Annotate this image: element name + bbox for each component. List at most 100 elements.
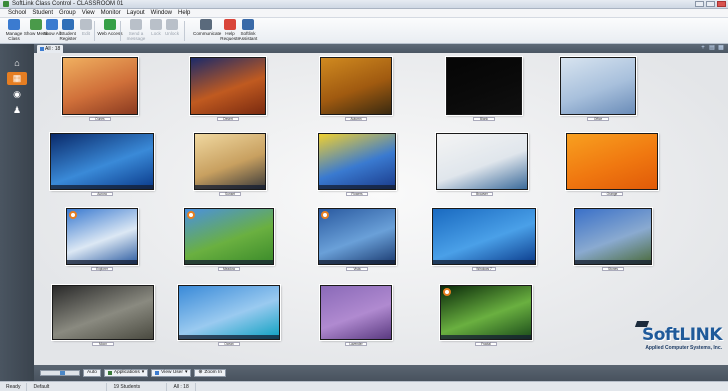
student-thumbnail[interactable]: Browser: [436, 133, 528, 196]
layout-icon[interactable]: ▤: [709, 45, 715, 51]
student-name-label: Autumn: [345, 117, 367, 121]
student-thumbnail[interactable]: Orange: [566, 133, 658, 196]
student-name-label: Orange: [601, 192, 623, 196]
auto-button[interactable]: Auto: [83, 369, 101, 377]
student-thumbnail[interactable]: Blank: [446, 57, 522, 121]
menu-school[interactable]: School: [8, 10, 26, 16]
communicate-button[interactable]: Communicate: [193, 19, 222, 43]
student-screen[interactable]: [50, 133, 154, 190]
tab-actions: + ▤ ▦: [700, 45, 724, 51]
zoom-slider-knob[interactable]: [59, 371, 65, 375]
close-icon[interactable]: [717, 1, 726, 7]
minimize-icon[interactable]: [695, 1, 704, 7]
zoom-in-button[interactable]: ⊕ Zoom In: [194, 369, 227, 377]
zoom-in-label: Zoom In: [204, 370, 223, 375]
app-icon: [3, 1, 9, 7]
student-name-label: Vista: [346, 267, 368, 271]
student-thumbnail[interactable]: Flowers: [318, 133, 396, 196]
student-screen[interactable]: [566, 133, 658, 190]
student-thumbnail[interactable]: Fractal: [440, 285, 532, 346]
toolbar-button-label: Communicate: [193, 31, 222, 36]
student-name-label: Explorer: [91, 267, 113, 271]
student-thumbnail-grid: SoftLINK Applied Computer Systems, Inc. …: [34, 53, 728, 365]
student-thumbnail[interactable]: Stones: [574, 208, 652, 271]
student-screen[interactable]: [66, 208, 138, 265]
softlink-assistant-button[interactable]: Softlink Assistant: [238, 19, 258, 43]
grid-icon[interactable]: ▦: [718, 45, 724, 51]
student-screen[interactable]: [446, 57, 522, 115]
student-screen[interactable]: [184, 208, 274, 265]
student-thumbnail[interactable]: Sunset: [194, 133, 266, 196]
menu-view[interactable]: View: [82, 10, 95, 16]
web-access-button[interactable]: Web Access: [97, 19, 123, 43]
student-taskbar: [575, 260, 651, 264]
student-status-badge-icon: [443, 288, 451, 296]
student-screen[interactable]: [190, 57, 266, 115]
applications-icon: [107, 371, 112, 375]
tab-all[interactable]: All : 18: [37, 45, 64, 53]
student-screen[interactable]: [436, 133, 528, 190]
student-screen[interactable]: [318, 133, 396, 190]
unlock-button[interactable]: Unlock: [162, 19, 182, 43]
view-user-icon: [155, 371, 160, 375]
student-thumbnail[interactable]: Meadow: [184, 208, 274, 271]
menu-monitor[interactable]: Monitor: [101, 10, 121, 16]
student-screen[interactable]: [432, 208, 536, 265]
web-access-icon: [104, 19, 116, 30]
left-sidebar: ⌂ ▦ ◉ ♟: [0, 44, 34, 381]
student-thumbnail[interactable]: Desert: [190, 57, 266, 121]
student-thumbnail[interactable]: Office: [560, 57, 636, 121]
home-icon[interactable]: ⌂: [7, 56, 27, 69]
student-thumbnail[interactable]: Aurora: [50, 133, 154, 196]
student-screen[interactable]: [62, 57, 138, 115]
student-status-badge-icon: [321, 211, 329, 219]
student-thumbnail[interactable]: Autumn: [320, 57, 392, 121]
users-icon[interactable]: ♟: [7, 104, 27, 117]
student-name-label: Moon: [92, 342, 114, 346]
student-taskbar: [185, 260, 273, 264]
menu-student[interactable]: Student: [32, 10, 53, 16]
student-taskbar: [67, 260, 137, 264]
status-students: 19 Students: [107, 382, 168, 391]
student-screen[interactable]: [178, 285, 280, 340]
web-icon[interactable]: ◉: [7, 88, 27, 101]
student-screen[interactable]: [320, 285, 392, 340]
add-icon[interactable]: +: [700, 45, 706, 51]
student-screen[interactable]: [560, 57, 636, 115]
student-thumbnail[interactable]: Ocean: [178, 285, 280, 346]
zoom-slider[interactable]: [40, 370, 80, 376]
menu-help[interactable]: Help: [178, 10, 190, 16]
student-name-label: Blank: [473, 117, 495, 121]
student-screen[interactable]: [318, 208, 396, 265]
student-screen[interactable]: [320, 57, 392, 115]
menu-window[interactable]: Window: [151, 10, 172, 16]
student-name-label: Stones: [602, 267, 624, 271]
toolbar-separator: [184, 21, 185, 41]
student-name-label: Fractal: [475, 342, 497, 346]
student-taskbar: [179, 335, 279, 339]
student-name-label: Flowers: [346, 192, 368, 196]
student-thumbnail[interactable]: Dunes: [62, 57, 138, 121]
menu-layout[interactable]: Layout: [127, 10, 145, 16]
student-thumbnail[interactable]: Moon: [52, 285, 154, 346]
thumbnail-view-icon[interactable]: ▦: [7, 72, 27, 85]
student-thumbnail[interactable]: Explorer: [66, 208, 138, 271]
student-thumbnail[interactable]: Vista: [318, 208, 396, 271]
lock-icon: [150, 19, 162, 30]
view-user-button[interactable]: View User ▾: [151, 369, 192, 377]
student-screen[interactable]: [194, 133, 266, 190]
student-screen[interactable]: [574, 208, 652, 265]
edit-button[interactable]: Edit: [76, 19, 96, 43]
toolbar-button-label: Softlink Assistant: [238, 31, 258, 41]
maximize-icon[interactable]: [706, 1, 715, 7]
student-screen[interactable]: [52, 285, 154, 340]
applications-button[interactable]: Applications ▾: [103, 369, 149, 377]
student-thumbnail[interactable]: Lavender: [320, 285, 392, 346]
menu-bar: School Student Group View Monitor Layout…: [0, 9, 728, 18]
manage-class-button[interactable]: Manage Class: [4, 19, 24, 43]
student-thumbnail[interactable]: Windows 7: [432, 208, 536, 271]
tab-label: All : 18: [45, 46, 61, 52]
student-screen[interactable]: [440, 285, 532, 340]
status-group: Default: [27, 382, 108, 391]
menu-group[interactable]: Group: [59, 10, 76, 16]
